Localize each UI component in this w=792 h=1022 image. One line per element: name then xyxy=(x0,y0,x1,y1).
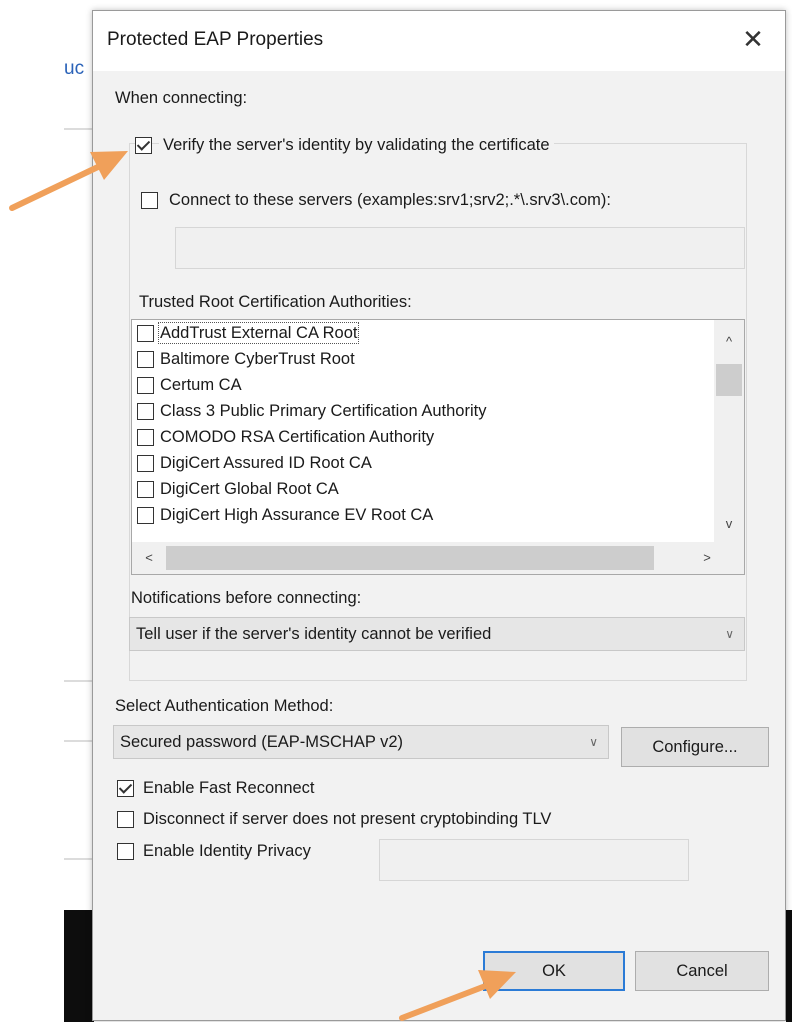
configure-button[interactable]: Configure... xyxy=(621,727,769,767)
ca-label: COMODO RSA Certification Authority xyxy=(160,428,435,447)
list-item[interactable]: Baltimore CyberTrust Root xyxy=(137,350,355,376)
fast-reconnect-label: Enable Fast Reconnect xyxy=(143,779,315,797)
cancel-button[interactable]: Cancel xyxy=(635,951,769,991)
ok-button[interactable]: OK xyxy=(483,951,625,991)
ca-checkbox[interactable] xyxy=(137,481,154,499)
ca-checkbox[interactable] xyxy=(137,455,154,473)
background-dark-area xyxy=(786,910,792,1022)
disconnect-crypto-label: Disconnect if server does not present cr… xyxy=(143,810,552,828)
horizontal-scrollbar[interactable]: < > xyxy=(132,542,744,574)
auth-method-value: Secured password (EAP-MSCHAP v2) xyxy=(120,733,404,751)
chevron-down-icon: ∨ xyxy=(725,627,734,641)
notifications-select[interactable]: Tell user if the server's identity canno… xyxy=(129,617,745,651)
ca-label: DigiCert High Assurance EV Root CA xyxy=(160,506,434,525)
identity-privacy-label: Enable Identity Privacy xyxy=(143,842,311,860)
title-bar: Protected EAP Properties ✕ xyxy=(93,11,785,71)
list-item[interactable]: AddTrust External CA Root xyxy=(137,322,360,350)
ca-checkbox[interactable] xyxy=(137,325,154,343)
scroll-down-icon[interactable]: v xyxy=(720,516,738,531)
servers-input[interactable] xyxy=(175,227,745,269)
identity-privacy-input[interactable] xyxy=(379,839,689,881)
ca-checkbox[interactable] xyxy=(137,351,154,369)
list-item[interactable]: DigiCert Assured ID Root CA xyxy=(137,454,372,480)
background-window-text: uc xyxy=(64,58,85,79)
connect-servers-checkbox[interactable] xyxy=(141,192,158,209)
scroll-left-icon[interactable]: < xyxy=(140,550,158,565)
trusted-ca-list[interactable]: AddTrust External CA Root Baltimore Cybe… xyxy=(131,319,745,575)
background-dark-area xyxy=(64,910,94,1022)
ca-label: Certum CA xyxy=(160,376,242,395)
background-divider xyxy=(64,680,92,682)
trusted-root-label: Trusted Root Certification Authorities: xyxy=(139,293,412,311)
ca-checkbox[interactable] xyxy=(137,403,154,421)
horizontal-scroll-thumb[interactable] xyxy=(166,546,654,570)
ca-label: DigiCert Assured ID Root CA xyxy=(160,454,372,473)
background-divider xyxy=(64,858,92,860)
background-divider xyxy=(64,128,92,130)
notifications-label: Notifications before connecting: xyxy=(131,589,362,607)
disconnect-crypto-checkbox[interactable] xyxy=(117,811,134,828)
vertical-scroll-thumb[interactable] xyxy=(716,364,742,396)
notifications-value: Tell user if the server's identity canno… xyxy=(136,625,492,643)
list-item[interactable]: Class 3 Public Primary Certification Aut… xyxy=(137,402,486,428)
ca-label: Class 3 Public Primary Certification Aut… xyxy=(160,402,487,421)
fast-reconnect-checkbox[interactable] xyxy=(117,780,134,797)
ca-label: Baltimore CyberTrust Root xyxy=(160,350,355,369)
vertical-scrollbar[interactable]: ^ v xyxy=(714,320,744,542)
list-item[interactable]: DigiCert Global Root CA xyxy=(137,480,339,506)
ca-checkbox[interactable] xyxy=(137,429,154,447)
ca-label: DigiCert Global Root CA xyxy=(160,480,339,499)
list-item[interactable]: DigiCert High Assurance EV Root CA xyxy=(137,506,433,532)
verify-server-label: Verify the server's identity by validati… xyxy=(159,136,554,155)
auth-method-select[interactable]: Secured password (EAP-MSCHAP v2) ∨ xyxy=(113,725,609,759)
list-item[interactable]: Certum CA xyxy=(137,376,242,402)
ca-checkbox[interactable] xyxy=(137,507,154,525)
identity-privacy-checkbox[interactable] xyxy=(117,843,134,860)
peap-properties-dialog: Protected EAP Properties ✕ When connecti… xyxy=(92,10,786,1021)
close-icon[interactable]: ✕ xyxy=(735,21,771,57)
ca-label: AddTrust External CA Root xyxy=(157,322,360,345)
auth-method-label: Select Authentication Method: xyxy=(115,697,334,715)
when-connecting-label: When connecting: xyxy=(115,89,248,107)
list-item[interactable]: COMODO RSA Certification Authority xyxy=(137,428,434,454)
scroll-up-icon[interactable]: ^ xyxy=(720,334,738,349)
background-divider xyxy=(64,740,92,742)
scroll-right-icon[interactable]: > xyxy=(698,550,716,565)
connect-servers-label: Connect to these servers (examples:srv1;… xyxy=(169,191,611,209)
verify-server-checkbox[interactable] xyxy=(135,137,152,154)
ca-checkbox[interactable] xyxy=(137,377,154,395)
chevron-down-icon: ∨ xyxy=(589,735,598,749)
dialog-title: Protected EAP Properties xyxy=(107,29,324,50)
